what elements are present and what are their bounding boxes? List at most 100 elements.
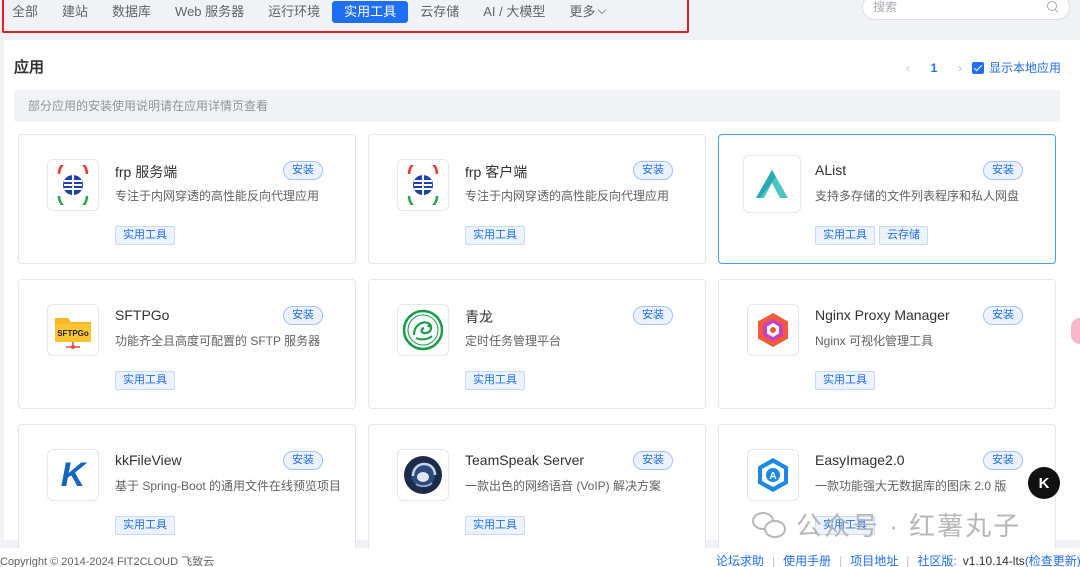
edition-link[interactable]: 社区版: <box>917 552 956 567</box>
watermark-text: 公众号 · 红薯丸子 <box>796 511 1022 541</box>
page-number[interactable]: 1 <box>914 61 954 75</box>
search-box[interactable] <box>862 0 1070 20</box>
manual-link[interactable]: 使用手册 <box>783 552 831 567</box>
install-button[interactable]: 安装 <box>633 161 673 180</box>
app-card-qinglong[interactable]: 青龙 定时任务管理平台 安装 实用工具 <box>368 279 706 409</box>
tab-database[interactable]: 数据库 <box>100 1 163 23</box>
app-card-sftpgo[interactable]: SFTPGo SFTPGo 功能齐全且高度可配置的 SFTP 服务器 安装 实用… <box>18 279 356 409</box>
chevron-left-icon[interactable]: ‹ <box>902 61 914 75</box>
teamspeak-icon <box>397 449 449 501</box>
float-logo-text: K <box>1038 474 1050 492</box>
install-button[interactable]: 安装 <box>633 451 673 470</box>
app-name: Nginx Proxy Manager <box>815 307 950 323</box>
tag[interactable]: 实用工具 <box>115 226 175 245</box>
tag[interactable]: 实用工具 <box>115 516 175 535</box>
pagination: ‹ 1 › 显示本地应用 <box>902 59 1061 76</box>
app-description: 一款出色的网络语音 (VoIP) 解决方案 <box>465 479 662 493</box>
chevron-right-icon[interactable]: › <box>954 61 966 75</box>
easyimage-icon: A <box>747 449 799 501</box>
app-description: 基于 Spring-Boot 的通用文件在线预览项目 <box>115 479 342 493</box>
app-name: kkFileView <box>115 452 182 468</box>
app-description: Nginx 可视化管理工具 <box>815 334 934 348</box>
app-card-nginx-proxy-manager[interactable]: Nginx Proxy Manager Nginx 可视化管理工具 安装 实用工… <box>718 279 1056 409</box>
notice-banner: 部分应用的安装使用说明请在应用详情页查看 <box>14 90 1060 122</box>
tab-all[interactable]: 全部 <box>0 1 50 23</box>
watermark: 公众号 · 红薯丸子 <box>752 506 1021 543</box>
app-tags: 实用工具 <box>115 371 175 390</box>
kk-logo-text: K <box>60 455 86 494</box>
version-label: v1.10.14-lts <box>962 553 1025 567</box>
apps-panel: 应用 ‹ 1 › 显示本地应用 部分应用的安装使用说明请在应用详情页查看 frp… <box>4 40 1080 554</box>
install-button[interactable]: 安装 <box>983 161 1023 180</box>
frp-icon <box>397 159 449 211</box>
install-button[interactable]: 安装 <box>283 161 323 180</box>
tag[interactable]: 实用工具 <box>465 371 525 390</box>
search-input[interactable] <box>873 0 1047 14</box>
app-tags: 实用工具 <box>465 226 525 245</box>
frp-icon <box>47 159 99 211</box>
app-card-alist[interactable]: AList 支持多存储的文件列表程序和私人网盘 安装 实用工具 云存储 <box>718 134 1056 264</box>
tag[interactable]: 实用工具 <box>465 226 525 245</box>
app-card-frpc[interactable]: frp 客户端 专注于内网穿透的高性能反向代理应用 安装 实用工具 <box>368 134 706 264</box>
app-description: 功能齐全且高度可配置的 SFTP 服务器 <box>115 334 321 348</box>
copyright: Copyright © 2014-2024 FIT2CLOUD 飞致云 <box>0 556 215 567</box>
wechat-icon <box>752 510 788 540</box>
show-local-label[interactable]: 显示本地应用 <box>989 59 1061 76</box>
app-tags: 实用工具 <box>815 371 875 390</box>
app-name: TeamSpeak Server <box>465 452 585 468</box>
app-description: 定时任务管理平台 <box>465 334 562 348</box>
tab-more[interactable]: 更多 <box>557 1 617 23</box>
kkfileview-icon: K <box>47 449 99 501</box>
qinglong-icon <box>397 304 449 356</box>
app-name: 青龙 <box>465 309 493 325</box>
app-tags: 实用工具 <box>115 226 175 245</box>
tab-website[interactable]: 建站 <box>50 1 100 23</box>
app-name: SFTPGo <box>115 307 170 323</box>
install-button[interactable]: 安装 <box>283 306 323 325</box>
app-tags: 实用工具 <box>115 516 175 535</box>
sftpgo-icon: SFTPGo <box>47 304 99 356</box>
footer: Copyright © 2014-2024 FIT2CLOUD 飞致云 论坛求助… <box>0 548 1080 567</box>
app-card-teamspeak[interactable]: TeamSpeak Server 一款出色的网络语音 (VoIP) 解决方案 安… <box>368 424 706 554</box>
app-name: EasyImage2.0 <box>815 452 905 468</box>
tab-more-label: 更多 <box>569 4 596 19</box>
sftpgo-logo-text: SFTPGo <box>57 329 89 338</box>
search-icon[interactable] <box>1047 1 1059 13</box>
install-button[interactable]: 安装 <box>983 306 1023 325</box>
separator: | <box>906 553 910 567</box>
separator: | <box>839 553 843 567</box>
tag[interactable]: 云存储 <box>879 226 928 245</box>
side-widget[interactable] <box>1071 318 1080 344</box>
show-local-apps-toggle[interactable]: 显示本地应用 <box>972 59 1061 76</box>
floating-assistant-button[interactable]: K <box>1028 467 1060 499</box>
tab-runtime[interactable]: 运行环境 <box>256 1 332 23</box>
tag[interactable]: 实用工具 <box>115 371 175 390</box>
nginx-proxy-manager-icon <box>747 304 799 356</box>
app-card-kkfileview[interactable]: K kkFileView 基于 Spring-Boot 的通用文件在线预览项目 … <box>18 424 356 554</box>
footer-links: 论坛求助 | 使用手册 | 项目地址 | 社区版: v1.10.14-lts (… <box>716 552 1080 567</box>
separator: | <box>772 553 776 567</box>
app-card-frps[interactable]: frp 服务端 专注于内网穿透的高性能反向代理应用 安装 实用工具 <box>18 134 356 264</box>
show-local-checkbox[interactable] <box>972 61 984 74</box>
app-tags: 实用工具 <box>465 371 525 390</box>
app-description: 支持多存储的文件列表程序和私人网盘 <box>815 189 1020 203</box>
check-update-link[interactable]: (检查更新) <box>1025 552 1080 567</box>
tag[interactable]: 实用工具 <box>815 226 875 245</box>
tab-ai[interactable]: AI / 大模型 <box>471 1 557 23</box>
project-link[interactable]: 项目地址 <box>850 552 898 567</box>
tag[interactable]: 实用工具 <box>815 371 875 390</box>
install-button[interactable]: 安装 <box>633 306 673 325</box>
tag[interactable]: 实用工具 <box>465 516 525 535</box>
app-tags: 实用工具 云存储 <box>815 226 928 245</box>
app-tags: 实用工具 <box>465 516 525 535</box>
tab-cloud-storage[interactable]: 云存储 <box>408 1 471 23</box>
install-button[interactable]: 安装 <box>283 451 323 470</box>
easyimage-logo-text: A <box>769 471 776 482</box>
install-button[interactable]: 安装 <box>983 451 1023 470</box>
tab-web-server[interactable]: Web 服务器 <box>163 1 256 23</box>
page-title: 应用 <box>14 59 45 76</box>
forum-link[interactable]: 论坛求助 <box>716 552 764 567</box>
tab-tools[interactable]: 实用工具 <box>332 1 409 23</box>
category-bar: 全部 建站 数据库 Web 服务器 运行环境 实用工具 云存储 AI / 大模型… <box>0 0 1080 34</box>
app-description: 专注于内网穿透的高性能反向代理应用 <box>115 189 320 203</box>
